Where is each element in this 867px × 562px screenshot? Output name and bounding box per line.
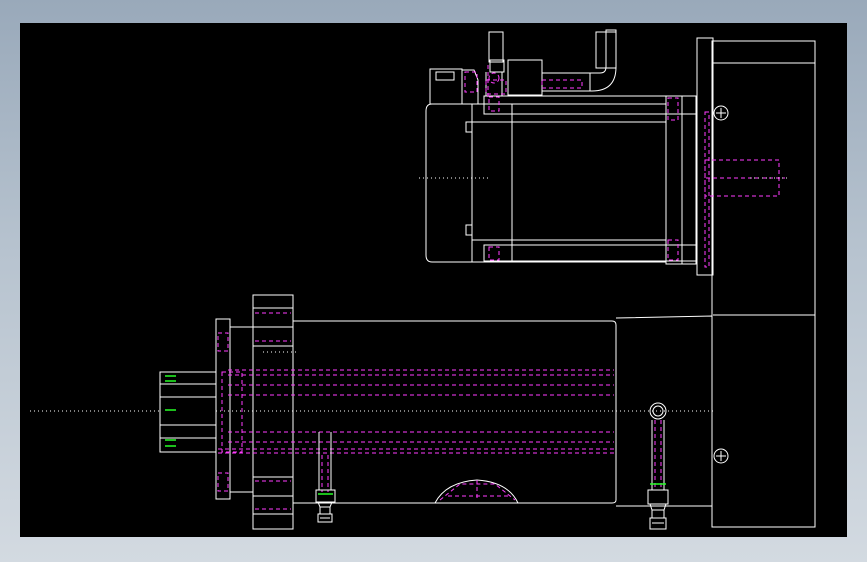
cad-drawing: .o { stroke: #ffffff; stroke-width: 1; f… bbox=[30, 29, 816, 530]
lower-cylinder-assembly bbox=[30, 294, 716, 530]
screw-bottom-icon[interactable] bbox=[713, 448, 729, 464]
upper-motor-assembly bbox=[419, 29, 790, 265]
screw-top-icon[interactable] bbox=[713, 105, 729, 121]
